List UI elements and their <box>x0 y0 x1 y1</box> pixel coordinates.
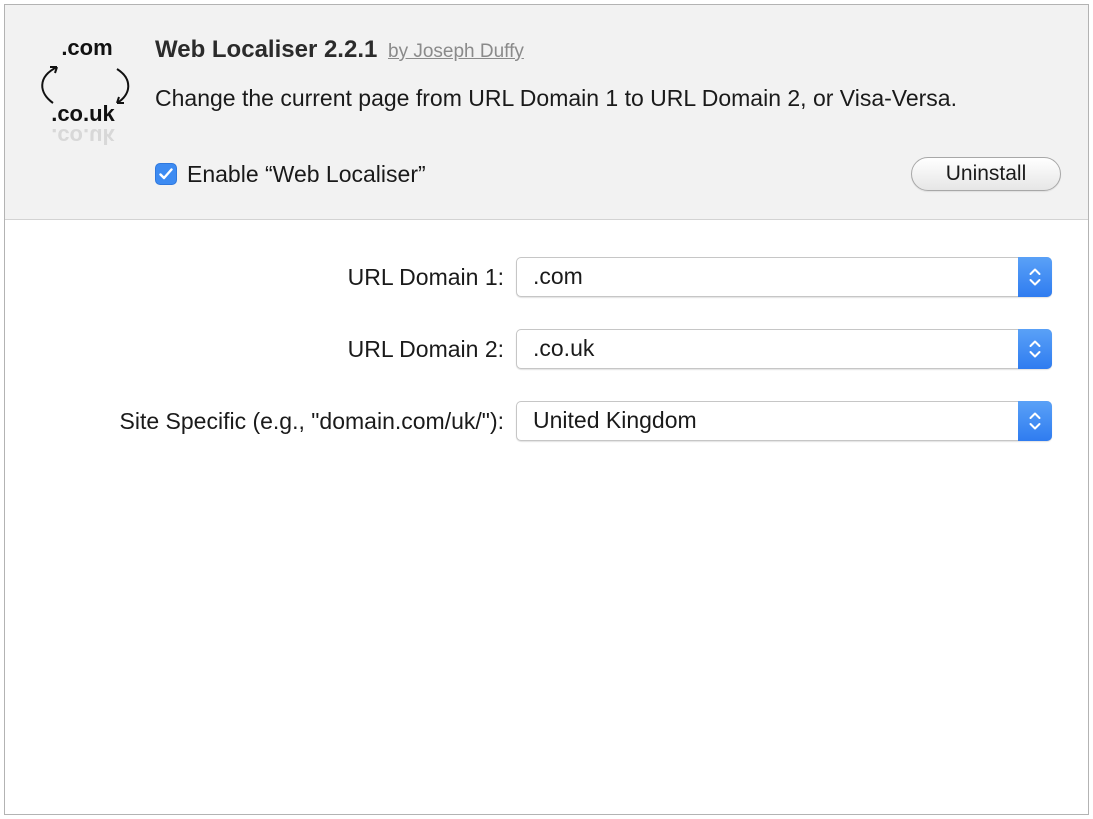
enable-extension-label: Enable “Web Localiser” <box>187 160 426 187</box>
chevron-up-down-icon <box>1029 412 1041 430</box>
url-domain-2-label: URL Domain 2: <box>347 336 504 362</box>
url-domain-2-stepper[interactable] <box>1018 329 1052 369</box>
extension-name: Web Localiser 2.2.1 <box>155 36 378 63</box>
setting-row-url-domain-2: URL Domain 2: .co.uk <box>5 329 1088 369</box>
svg-text:.co.uk: .co.uk <box>51 101 115 126</box>
svg-text:.co.uk: .co.uk <box>51 124 115 149</box>
setting-row-url-domain-1: URL Domain 1: .com <box>5 257 1088 297</box>
site-specific-stepper[interactable] <box>1018 401 1052 441</box>
web-localiser-logo-icon: .com .co.uk .co.uk <box>41 35 130 149</box>
chevron-up-down-icon <box>1029 340 1041 358</box>
chevron-up-down-icon <box>1029 268 1041 286</box>
url-domain-2-select[interactable]: .co.uk <box>516 329 1052 369</box>
site-specific-select[interactable]: United Kingdom <box>516 401 1052 441</box>
setting-row-site-specific: Site Specific (e.g., "domain.com/uk/"): … <box>5 401 1088 441</box>
url-domain-1-select[interactable]: .com <box>516 257 1052 297</box>
checkmark-icon <box>159 168 173 180</box>
extension-preferences-window: .com .co.uk .co.uk Web Localiser 2.2.1 b… <box>4 4 1089 815</box>
enable-extension-row[interactable]: Enable “Web Localiser” <box>155 161 426 187</box>
url-domain-1-stepper[interactable] <box>1018 257 1052 297</box>
extension-header: .com .co.uk .co.uk Web Localiser 2.2.1 b… <box>5 5 1088 220</box>
extension-title: Web Localiser 2.2.1 by Joseph Duffy <box>155 36 524 64</box>
site-specific-label: Site Specific (e.g., "domain.com/uk/"): <box>119 408 504 434</box>
uninstall-button[interactable]: Uninstall <box>911 157 1061 191</box>
site-specific-value: United Kingdom <box>533 407 697 433</box>
url-domain-1-value: .com <box>533 263 583 289</box>
enable-extension-checkbox[interactable] <box>155 163 177 185</box>
extension-description: Change the current page from URL Domain … <box>155 85 957 111</box>
svg-text:.com: .com <box>61 35 112 60</box>
url-domain-1-label: URL Domain 1: <box>347 264 504 290</box>
extension-author-link[interactable]: by Joseph Duffy <box>388 41 524 62</box>
url-domain-2-value: .co.uk <box>533 335 595 361</box>
